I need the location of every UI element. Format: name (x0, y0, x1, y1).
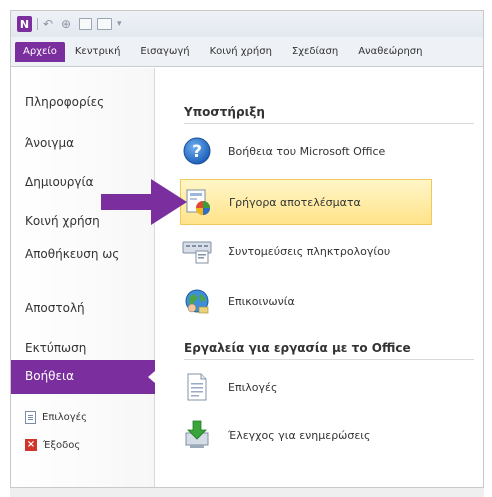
contact-item[interactable]: Επικοινωνία (180, 280, 432, 322)
back-icon[interactable]: ⊕ (61, 16, 71, 32)
quick-results-label: Γρήγορα αποτελέσματα (229, 195, 361, 209)
quick-results-item[interactable]: Γρήγορα αποτελέσματα (180, 179, 432, 225)
contact-globe-icon (180, 284, 214, 318)
tab-file[interactable]: Αρχείο (15, 41, 65, 62)
nav-options-label: Επιλογές (42, 411, 87, 423)
nav-help-label: Βοήθεια (25, 369, 74, 383)
nav-info[interactable]: Πληροφορίες (25, 94, 145, 111)
options-label: Επιλογές (228, 380, 278, 394)
nav-options[interactable]: Επιλογές (25, 410, 87, 424)
backstage-window: N ↶ ⊕ ▾ Αρχείο Κεντρική Εισαγωγή Κοινή χ… (10, 10, 484, 488)
tab-share[interactable]: Κοινή χρήση (200, 37, 282, 67)
nav-print[interactable]: Εκτύπωση (25, 340, 145, 357)
customize-toolbar-icon[interactable]: ▾ (117, 16, 122, 32)
help-icon: ? (180, 134, 214, 168)
contact-label: Επικοινωνία (228, 294, 295, 308)
selection-notch (148, 371, 155, 383)
check-updates-item[interactable]: Έλεγχος για ενημερώσεις (180, 414, 432, 456)
tab-insert[interactable]: Εισαγωγή (130, 37, 199, 67)
check-updates-label: Έλεγχος για ενημερώσεις (228, 428, 371, 442)
nav-save-as[interactable]: Αποθήκευση ως (25, 246, 121, 263)
nav-exit-label: Έξοδος (43, 439, 81, 451)
tab-draw[interactable]: Σχεδίαση (282, 37, 348, 67)
svg-text:?: ? (192, 142, 202, 162)
tab-review[interactable]: Αναθεώρηση (348, 37, 432, 67)
keyboard-shortcuts-label: Συντομεύσεις πληκτρολογίου (228, 244, 391, 258)
backstage-nav: Πληροφορίες Άνοιγμα Δημιουργία Κοινή χρή… (11, 68, 155, 487)
tools-section-title: Εργαλεία για εργασία με το Office (184, 341, 411, 355)
undo-icon[interactable]: ↶ (43, 16, 53, 32)
section-divider (184, 359, 474, 360)
exit-icon: × (25, 439, 37, 451)
keyboard-shortcuts-item[interactable]: Συντομεύσεις πληκτρολογίου (180, 230, 432, 272)
tab-home[interactable]: Κεντρική (65, 37, 131, 67)
support-section-title: Υποστήριξη (184, 105, 265, 119)
toolbar-separator (37, 18, 38, 30)
bottom-strip (10, 488, 484, 497)
nav-exit[interactable]: × Έξοδος (25, 438, 80, 452)
nav-send[interactable]: Αποστολή (25, 300, 145, 317)
ribbon-tabs: Αρχείο Κεντρική Εισαγωγή Κοινή χρήση Σχε… (11, 37, 483, 67)
keyboard-shortcuts-icon (180, 234, 214, 268)
help-microsoft-office-label: Βοήθεια του Microsoft Office (228, 144, 386, 158)
help-microsoft-office-item[interactable]: ? Βοήθεια του Microsoft Office (180, 130, 432, 172)
dock-window-icon[interactable] (79, 16, 92, 32)
options-icon (25, 410, 36, 424)
options-item[interactable]: Επιλογές (180, 366, 432, 408)
section-divider (184, 123, 474, 124)
nav-help[interactable]: Βοήθεια (11, 360, 155, 394)
quick-access-toolbar: N ↶ ⊕ ▾ (11, 11, 483, 37)
nav-open[interactable]: Άνοιγμα (25, 135, 145, 152)
help-panel: Υποστήριξη ? Βοήθεια του Microsoft Offic… (156, 68, 483, 487)
onenote-logo-icon: N (17, 16, 32, 32)
full-page-view-icon[interactable] (97, 16, 112, 32)
options-document-icon (180, 370, 214, 404)
check-updates-icon (180, 418, 214, 452)
pointer-arrow-icon (101, 179, 187, 225)
